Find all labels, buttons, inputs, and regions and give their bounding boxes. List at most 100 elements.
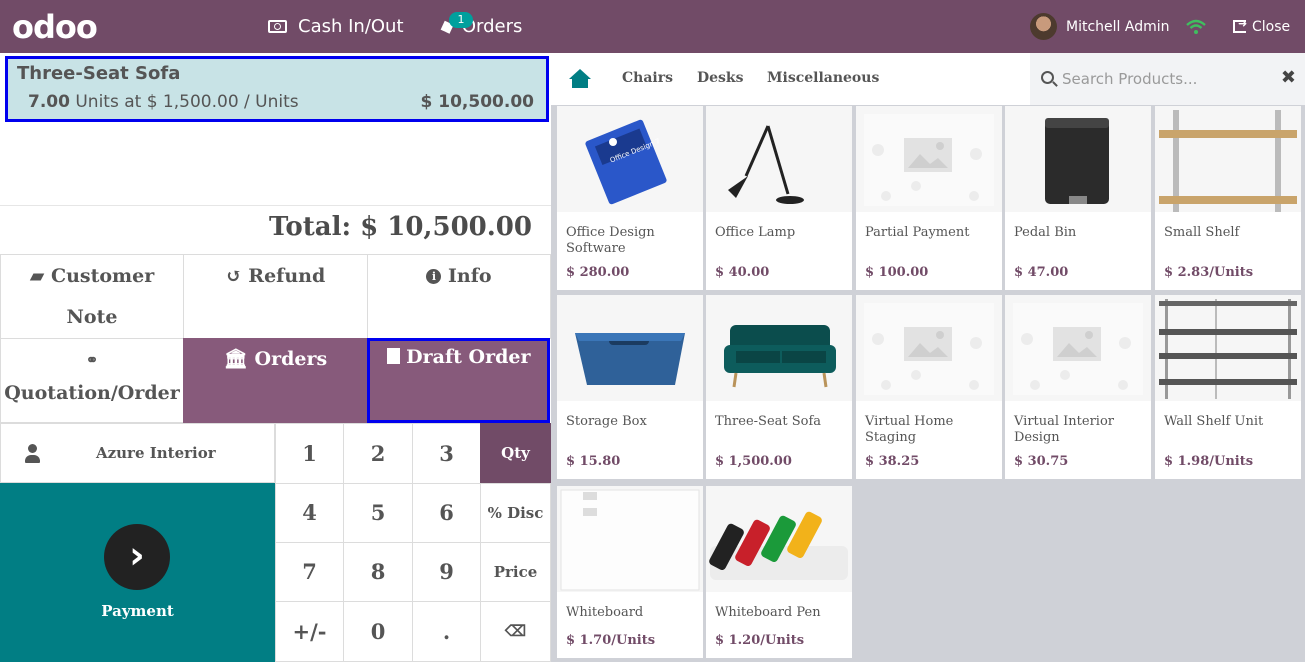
customer-note-button[interactable]: ▰ Customer Note	[0, 254, 184, 339]
product-card[interactable]: Virtual Interior Design $ 30.75	[1005, 295, 1151, 479]
product-price: $ 1.70/Units	[566, 633, 656, 648]
user-icon	[25, 444, 40, 464]
product-image	[1005, 106, 1151, 212]
info-button[interactable]: i Info	[367, 254, 551, 339]
product-card[interactable]: Office Lamp $ 40.00	[706, 106, 852, 290]
numpad-key-8[interactable]: 8	[343, 542, 413, 602]
product-name: Virtual Home Staging	[865, 414, 954, 445]
draft-order-button[interactable]: Draft Order	[367, 338, 550, 423]
product-card[interactable]: Whiteboard Pen $ 1.20/Units	[706, 486, 852, 658]
search-icon	[1041, 71, 1054, 84]
product-price: $ 280.00	[566, 265, 630, 280]
product-image	[706, 106, 852, 212]
customer-button[interactable]: Azure Interior	[0, 423, 275, 483]
odoo-logo: odoo	[12, 8, 98, 46]
product-card[interactable]: Storage Box $ 15.80	[557, 295, 703, 479]
product-card[interactable]: Office Design 7 Office Design Software $ 2…	[557, 106, 703, 290]
search-bar: ✖	[1030, 53, 1305, 105]
category-bar: Chairs Desks Miscellaneous ✖	[551, 53, 1305, 105]
product-card[interactable]: Small Shelf $ 2.83/Units	[1155, 106, 1301, 290]
product-card[interactable]: Partial Payment $ 100.00	[856, 106, 1002, 290]
orders-control-button[interactable]: 🏛 Orders	[183, 338, 368, 423]
product-name: Whiteboard	[566, 605, 644, 620]
order-panel: Three-Seat Sofa 7.00 Units at $ 1,500.00…	[0, 53, 551, 662]
close-label: Close	[1252, 18, 1291, 35]
mode-qty-button[interactable]: Qty	[480, 423, 551, 484]
product-image	[557, 295, 703, 401]
numpad-key-0[interactable]: 0	[343, 601, 413, 662]
quotation-order-button[interactable]: ⚭ Quotation/Order	[0, 338, 184, 423]
product-image: Office Design 7	[557, 106, 703, 212]
mode-disc-button[interactable]: % Disc	[480, 483, 551, 543]
wifi-icon	[1186, 0, 1206, 53]
cash-in-out-button[interactable]: Cash In/Out	[268, 0, 404, 53]
order-line-price: $ 10,500.00	[420, 92, 534, 112]
numpad-key-5[interactable]: 5	[343, 483, 413, 543]
chevron-right-icon: ›	[104, 524, 170, 590]
numpad-key-7[interactable]: 7	[275, 542, 344, 602]
cash-in-out-label: Cash In/Out	[298, 16, 404, 37]
product-image	[856, 106, 1002, 212]
product-card[interactable]: Three-Seat Sofa $ 1,500.00	[706, 295, 852, 479]
product-name: Pedal Bin	[1014, 225, 1077, 240]
product-price: $ 30.75	[1014, 454, 1069, 469]
product-image	[706, 486, 852, 592]
note-icon: ▰	[29, 265, 45, 287]
product-price: $ 1.98/Units	[1164, 454, 1254, 469]
home-icon[interactable]	[568, 69, 592, 89]
category-miscellaneous[interactable]: Miscellaneous	[767, 70, 879, 86]
product-name: Partial Payment	[865, 225, 970, 240]
products-panel: Chairs Desks Miscellaneous ✖ Office Desi…	[551, 53, 1305, 662]
product-price: $ 40.00	[715, 265, 770, 280]
cashier-menu[interactable]: Mitchell Admin	[1030, 0, 1170, 53]
payment-label: Payment	[101, 602, 174, 620]
numpad-key-2[interactable]: 2	[343, 423, 413, 484]
product-image	[1005, 295, 1151, 401]
payment-button[interactable]: › Payment	[0, 483, 275, 662]
orders-count-badge: 1	[449, 12, 473, 28]
link-icon: ⚭	[85, 351, 99, 369]
product-card[interactable]: Pedal Bin $ 47.00	[1005, 106, 1151, 290]
category-chairs[interactable]: Chairs	[622, 70, 673, 86]
numpad-key-9[interactable]: 9	[412, 542, 481, 602]
numpad-key-4[interactable]: 4	[275, 483, 344, 543]
order-line-product: Three-Seat Sofa	[17, 63, 181, 84]
product-name: Virtual Interior Design	[1014, 414, 1115, 445]
refund-button[interactable]: ↺ Refund	[183, 254, 368, 339]
product-card[interactable]: Virtual Home Staging $ 38.25	[856, 295, 1002, 479]
order-line-selected[interactable]: Three-Seat Sofa 7.00 Units at $ 1,500.00…	[5, 56, 549, 122]
product-name: Office Lamp	[715, 225, 796, 240]
product-image	[856, 295, 1002, 401]
numpad-key-sign[interactable]: +/-	[275, 601, 344, 662]
product-card[interactable]: Wall Shelf Unit $ 1.98/Units	[1155, 295, 1301, 479]
category-desks[interactable]: Desks	[697, 70, 744, 86]
product-card[interactable]: Whiteboard $ 1.70/Units	[557, 486, 703, 658]
bank-icon: 🏛	[223, 348, 248, 370]
info-icon: i	[426, 269, 442, 284]
numpad: 1 2 3 Qty 4 5 6% Disc 7 8 9 Price +/- 0. ⌫	[275, 423, 551, 662]
close-session-button[interactable]: Close	[1233, 0, 1290, 53]
top-bar: odoo Cash In/Out ◆ Orders 1 Mitchell Adm…	[0, 0, 1305, 53]
product-name: Storage Box	[566, 414, 647, 429]
product-price: $ 15.80	[566, 454, 621, 469]
numpad-key-6[interactable]: 6	[412, 483, 481, 543]
backspace-key[interactable]: ⌫	[480, 601, 551, 662]
product-name: Small Shelf	[1164, 225, 1240, 240]
user-name: Mitchell Admin	[1066, 18, 1170, 35]
product-image	[1155, 106, 1301, 212]
undo-icon: ↺	[225, 265, 242, 287]
product-price: $ 2.83/Units	[1164, 265, 1254, 280]
numpad-key-1[interactable]: 1	[275, 423, 344, 484]
product-price: $ 100.00	[865, 265, 929, 280]
numpad-key-3[interactable]: 3	[412, 423, 481, 484]
product-image	[706, 295, 852, 401]
numpad-key-decimal[interactable]: .	[412, 601, 481, 662]
clear-search-icon[interactable]: ✖	[1281, 67, 1296, 88]
product-price: $ 1,500.00	[715, 454, 792, 469]
order-line-quantity: 7.00 Units at $ 1,500.00 / Units	[28, 92, 299, 112]
mode-price-button[interactable]: Price	[480, 542, 551, 602]
product-name: Office Design Software	[566, 225, 655, 256]
product-price: $ 1.20/Units	[715, 633, 805, 648]
search-input[interactable]	[1062, 65, 1262, 93]
product-name: Three-Seat Sofa	[715, 414, 822, 429]
